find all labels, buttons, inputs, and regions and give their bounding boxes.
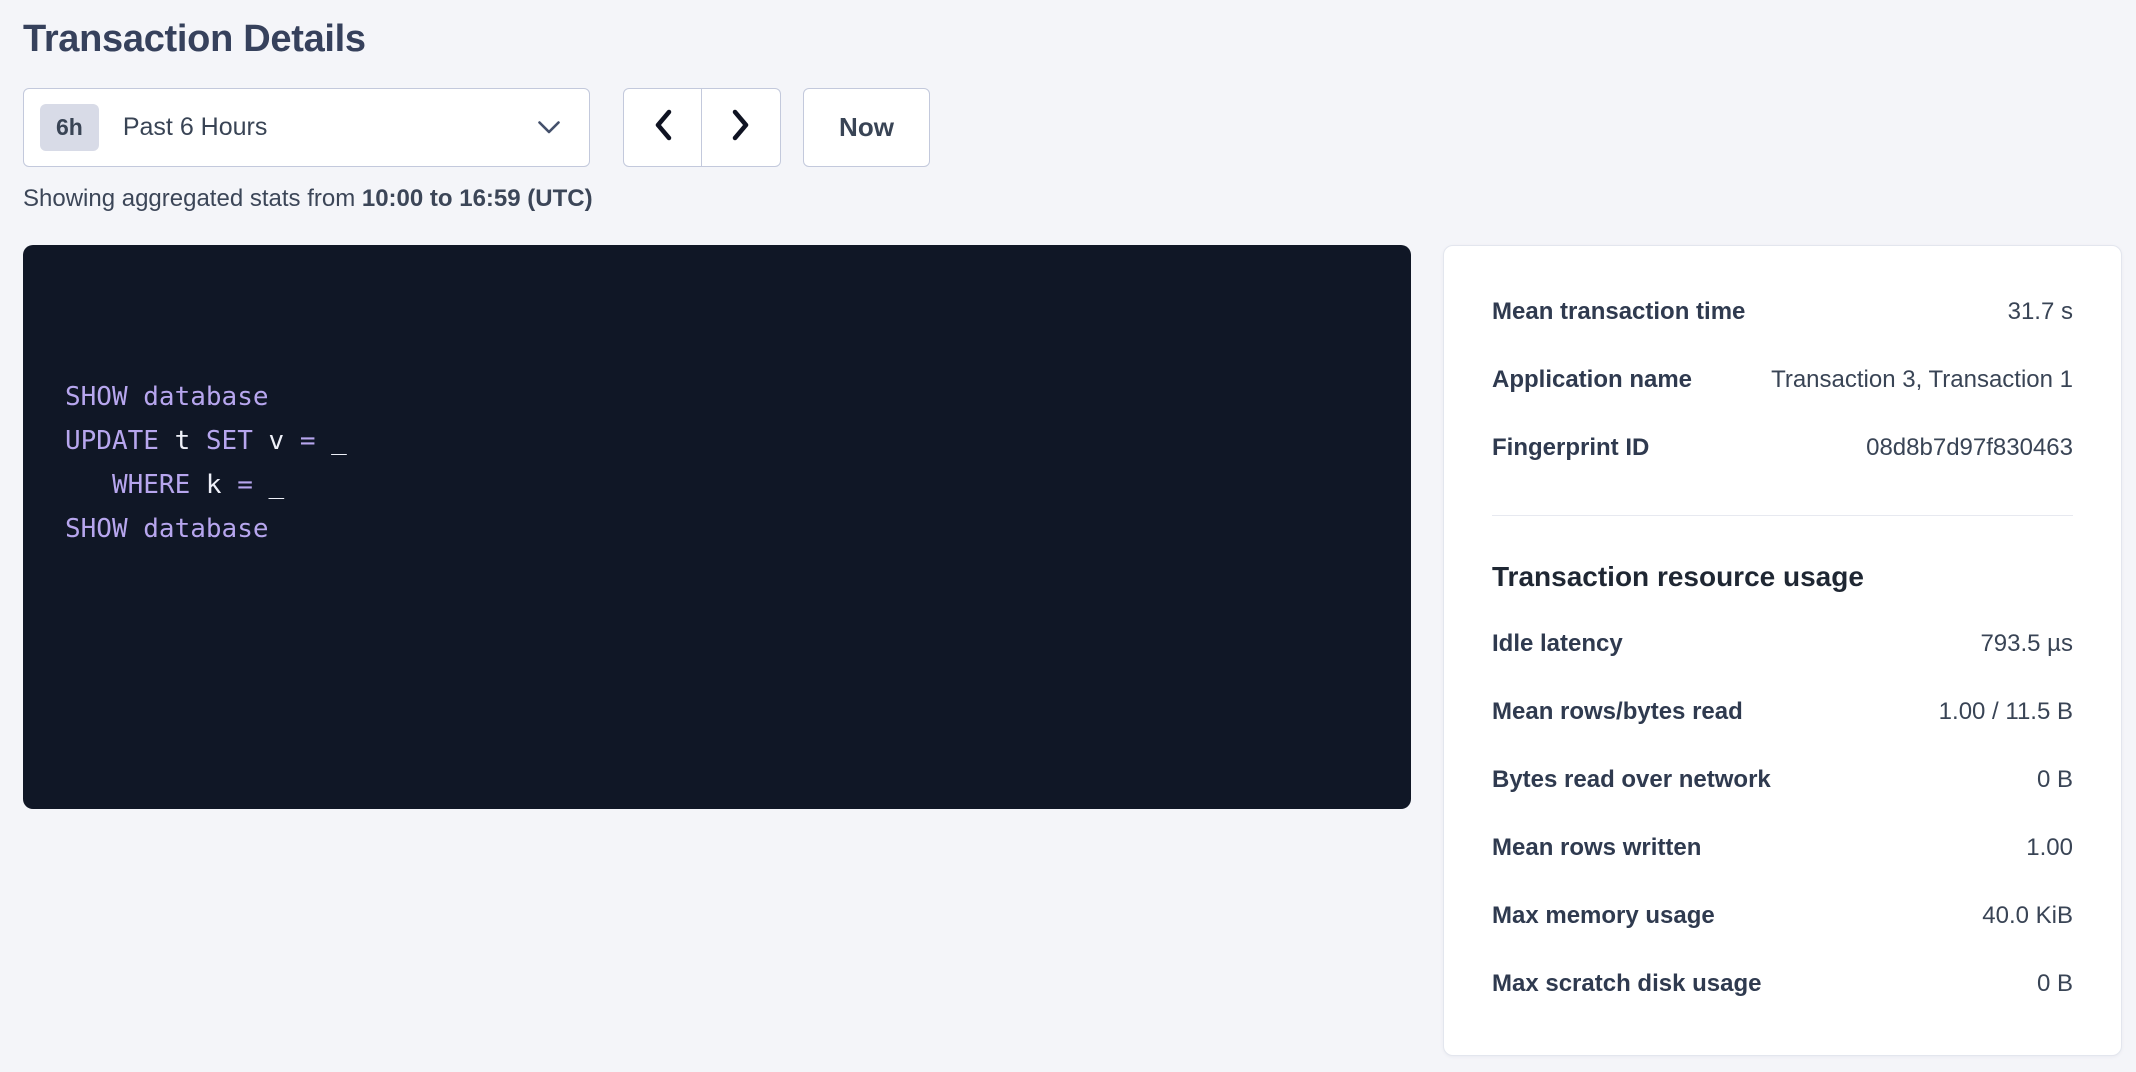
sql-line: SHOW database: [65, 507, 1381, 551]
stat-label: Mean transaction time: [1492, 298, 1765, 326]
sql-code: SHOW databaseUPDATE t SET v = _ WHERE k …: [65, 375, 1381, 551]
stat-row-application-name: Application name Transaction 3, Transact…: [1492, 366, 2073, 394]
now-button[interactable]: Now: [803, 88, 930, 167]
sql-keyword-token: WHERE: [112, 470, 190, 500]
sql-keyword-token: SET: [206, 426, 253, 456]
page-title: Transaction Details: [23, 16, 2122, 62]
sql-plain-token: _: [253, 470, 284, 500]
stat-label: Max memory usage: [1492, 902, 1735, 930]
time-pager: [623, 88, 781, 167]
sql-statement-box: SHOW databaseUPDATE t SET v = _ WHERE k …: [23, 245, 1411, 809]
main-content: SHOW databaseUPDATE t SET v = _ WHERE k …: [23, 245, 2122, 1056]
stat-row-fingerprint-id: Fingerprint ID 08d8b7d97f830463: [1492, 434, 2073, 462]
sql-plain-token: [128, 514, 144, 544]
stat-value: 40.0 KiB: [1982, 902, 2073, 930]
stat-value: Transaction 3, Transaction 1: [1771, 366, 2073, 394]
stat-row-mean-transaction-time: Mean transaction time 31.7 s: [1492, 298, 2073, 326]
stat-label: Bytes read over network: [1492, 766, 1791, 794]
subtitle-range: 10:00 to 16:59 (UTC): [362, 185, 593, 212]
stat-label: Idle latency: [1492, 630, 1643, 658]
sql-plain-token: k: [190, 470, 237, 500]
sql-keyword-token: UPDATE: [65, 426, 159, 456]
stat-label: Mean rows written: [1492, 834, 1721, 862]
stat-row-mean-rows-written: Mean rows written 1.00: [1492, 834, 2073, 862]
sql-line: WHERE k = _: [65, 463, 1381, 507]
sql-plain-token: [65, 470, 112, 500]
transaction-stats-card: Mean transaction time 31.7 s Application…: [1443, 245, 2122, 1056]
stat-value: 0 B: [2037, 970, 2073, 998]
sql-plain-token: t: [159, 426, 206, 456]
resource-usage-heading: Transaction resource usage: [1492, 561, 2073, 593]
sql-keyword-token: SHOW: [65, 514, 128, 544]
stat-value: 1.00 / 11.5 B: [1939, 698, 2073, 726]
chevron-left-icon: [652, 108, 674, 147]
stat-label: Max scratch disk usage: [1492, 970, 1781, 998]
stat-label: Fingerprint ID: [1492, 434, 1669, 462]
sql-keyword-token: =: [237, 470, 253, 500]
time-range-label: Past 6 Hours: [123, 113, 268, 142]
stat-row-max-scratch-disk-usage: Max scratch disk usage 0 B: [1492, 970, 2073, 998]
card-divider: [1492, 515, 2073, 516]
stat-row-idle-latency: Idle latency 793.5 µs: [1492, 630, 2073, 658]
time-range-badge: 6h: [40, 104, 99, 151]
stat-value: 08d8b7d97f830463: [1866, 434, 2073, 462]
stat-row-max-memory-usage: Max memory usage 40.0 KiB: [1492, 902, 2073, 930]
sql-plain-token: [128, 382, 144, 412]
sql-keyword-token: =: [300, 426, 316, 456]
aggregation-subtitle: Showing aggregated stats from 10:00 to 1…: [23, 185, 2122, 213]
stat-value: 793.5 µs: [1980, 630, 2073, 658]
sql-keyword-token: database: [143, 514, 268, 544]
stat-value: 1.00: [2026, 834, 2073, 862]
sql-line: UPDATE t SET v = _: [65, 419, 1381, 463]
subtitle-prefix: Showing aggregated stats from: [23, 185, 362, 212]
sql-keyword-token: database: [143, 382, 268, 412]
chevron-down-icon: [537, 120, 561, 135]
stat-row-bytes-read-over-network: Bytes read over network 0 B: [1492, 766, 2073, 794]
time-controls: 6h Past 6 Hours: [23, 88, 2122, 167]
chevron-right-icon: [730, 108, 752, 147]
stat-row-mean-rows-bytes-read: Mean rows/bytes read 1.00 / 11.5 B: [1492, 698, 2073, 726]
transaction-details-page: Transaction Details 6h Past 6 Hours: [0, 0, 2136, 1056]
stat-value: 31.7 s: [2008, 298, 2073, 326]
stat-label: Application name: [1492, 366, 1712, 394]
prev-range-button[interactable]: [623, 88, 702, 167]
sql-keyword-token: SHOW: [65, 382, 128, 412]
stat-value: 0 B: [2037, 766, 2073, 794]
sql-plain-token: _: [315, 426, 346, 456]
sql-line: SHOW database: [65, 375, 1381, 419]
time-range-select[interactable]: 6h Past 6 Hours: [23, 88, 590, 167]
sql-plain-token: v: [253, 426, 300, 456]
next-range-button[interactable]: [702, 88, 781, 167]
stat-label: Mean rows/bytes read: [1492, 698, 1763, 726]
